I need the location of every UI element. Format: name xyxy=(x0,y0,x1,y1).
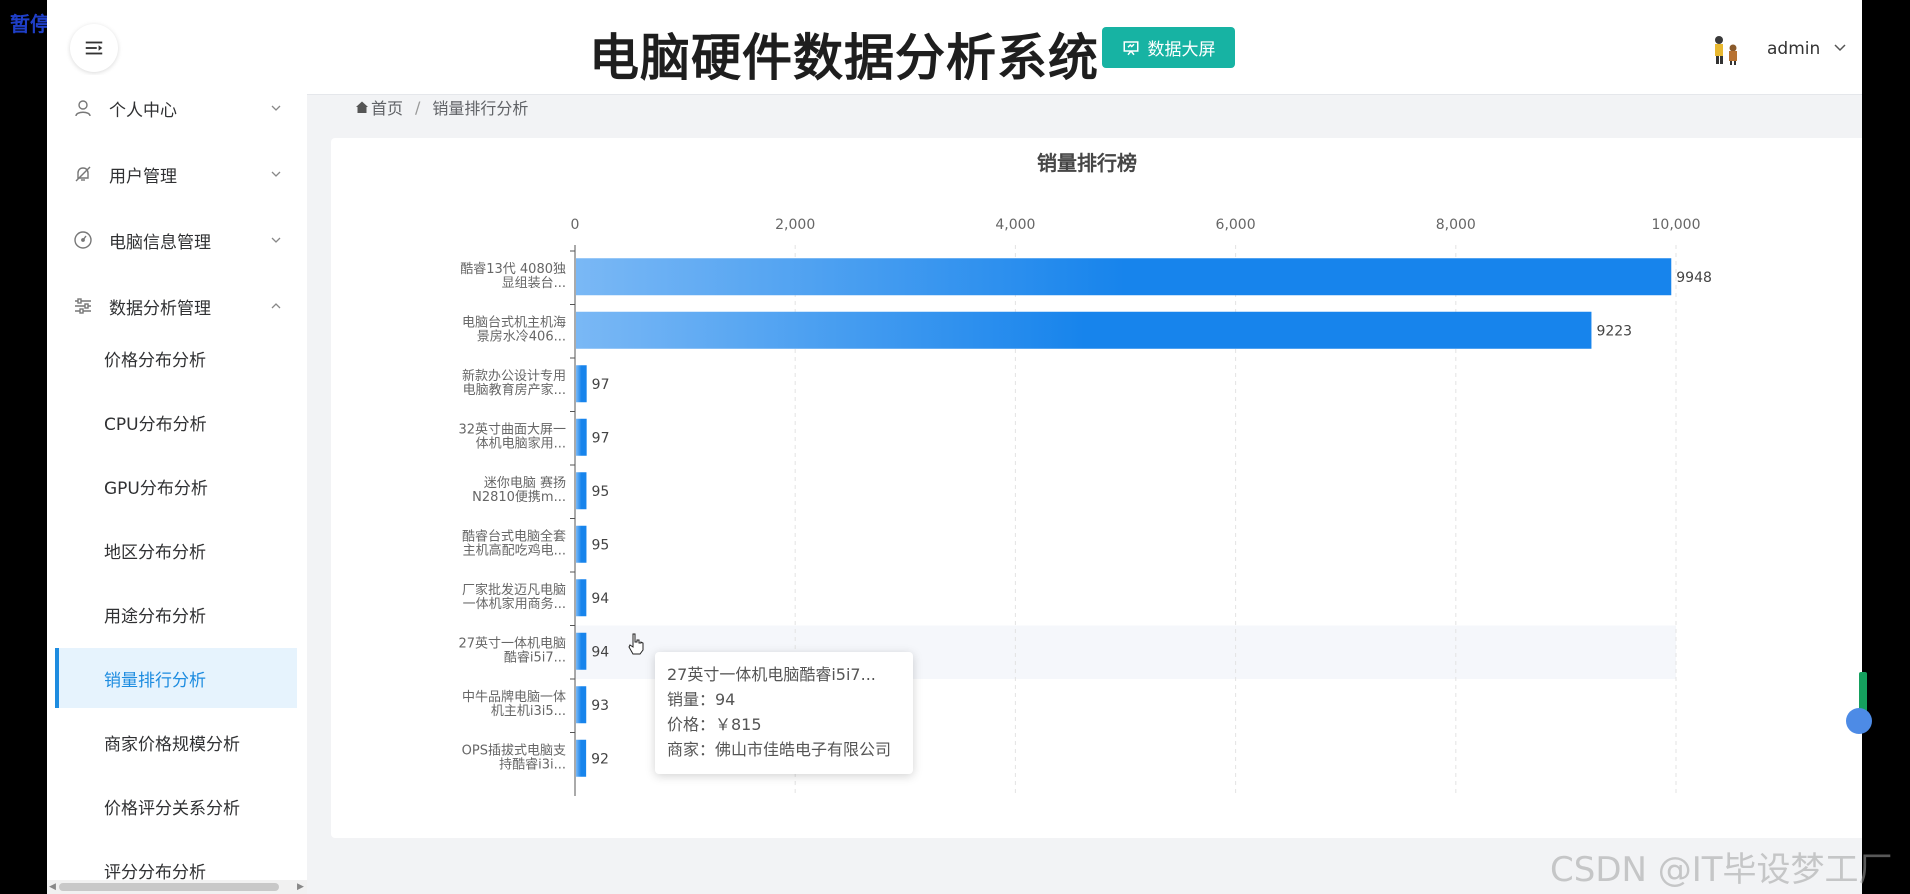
category-label: 酷睿台式电脑全套 xyxy=(462,529,566,545)
tooltip-sales: 销量：94 xyxy=(667,690,736,709)
pause-overlay-label: 暂停 xyxy=(10,12,50,36)
category-label: 迷你电脑 赛扬 xyxy=(484,475,566,491)
x-tick-label: 4,000 xyxy=(995,217,1035,233)
category-label: 酷睿i5i7... xyxy=(504,651,566,666)
bar xyxy=(576,311,1592,349)
category-label: 持酷睿i3i... xyxy=(499,758,566,773)
bar-value-label: 9223 xyxy=(1596,323,1632,339)
floating-assistant-button[interactable] xyxy=(1846,708,1872,734)
category-label: 一体机家用商务... xyxy=(463,596,566,612)
x-tick-label: 2,000 xyxy=(775,217,815,233)
hand-cursor-icon xyxy=(628,633,644,655)
bar-value-label: 9948 xyxy=(1676,270,1712,286)
category-label: OPS插拔式电脑支 xyxy=(462,744,566,759)
chart-tooltip: 27英寸一体机电脑酷睿i5i7... 销量：94 价格：￥815 商家：佛山市佳… xyxy=(655,652,913,774)
category-label: 厂家批发迈凡电脑 xyxy=(462,582,566,598)
x-tick-label: 6,000 xyxy=(1216,217,1256,233)
bar xyxy=(576,525,587,563)
category-label: 体机电脑家用... xyxy=(476,436,566,452)
bar-value-label: 94 xyxy=(591,591,609,607)
bar xyxy=(576,686,587,724)
x-tick-label: 0 xyxy=(571,217,580,233)
category-label: 电脑教育房产家... xyxy=(463,382,566,398)
bar-value-label: 92 xyxy=(591,751,609,767)
category-label: 电脑台式机主机海 xyxy=(462,316,566,331)
chart-title: 销量排行榜 xyxy=(1037,151,1137,175)
bar-value-label: 94 xyxy=(591,644,609,660)
category-label: 景房水冷406... xyxy=(477,329,566,345)
sales-ranking-chart: 销量排行榜 0 2,000 4,000 6,000 8,000 10,000 9948 酷睿13… xyxy=(458,151,1712,796)
bar xyxy=(576,579,587,617)
category-label: 新款办公设计专用 xyxy=(462,368,566,384)
bar-value-label: 93 xyxy=(591,698,609,714)
x-tick-label: 8,000 xyxy=(1436,217,1476,233)
bar-value-label: 95 xyxy=(591,484,609,500)
category-label: 主机高配吃鸡电... xyxy=(463,543,566,559)
tooltip-price: 价格：￥815 xyxy=(667,715,762,734)
tooltip-product-name: 27英寸一体机电脑酷睿i5i7... xyxy=(667,665,876,684)
category-label: 显组装台... xyxy=(502,276,566,291)
screen-border xyxy=(1862,0,1910,894)
tooltip-merchant: 商家：佛山市佳皓电子有限公司 xyxy=(667,740,892,759)
bar xyxy=(576,739,587,777)
watermark: CSDN @IT毕设梦工厂 xyxy=(1550,850,1893,890)
x-tick-label: 10,000 xyxy=(1652,217,1701,233)
app-window: 电脑硬件数据分析系统 数据大屏 admin 个人中心 用户管理 电脑信息管理 数… xyxy=(47,0,1862,894)
category-label: 酷睿13代 4080独 xyxy=(460,262,566,277)
bar xyxy=(576,365,587,403)
bar-value-label: 97 xyxy=(592,430,610,446)
bar xyxy=(576,418,587,456)
category-label: 32英寸曲面大屏一 xyxy=(458,423,566,438)
category-label: N2810便携m... xyxy=(472,489,566,505)
bar-value-label: 95 xyxy=(591,537,609,553)
bar xyxy=(576,472,587,510)
bar xyxy=(576,632,587,670)
bar-value-label: 97 xyxy=(592,377,610,393)
category-label: 中牛品牌电脑一体 xyxy=(462,689,566,705)
bar xyxy=(576,258,1672,296)
category-label: 机主机i3i5... xyxy=(491,704,566,719)
category-label: 27英寸一体机电脑 xyxy=(458,637,566,652)
